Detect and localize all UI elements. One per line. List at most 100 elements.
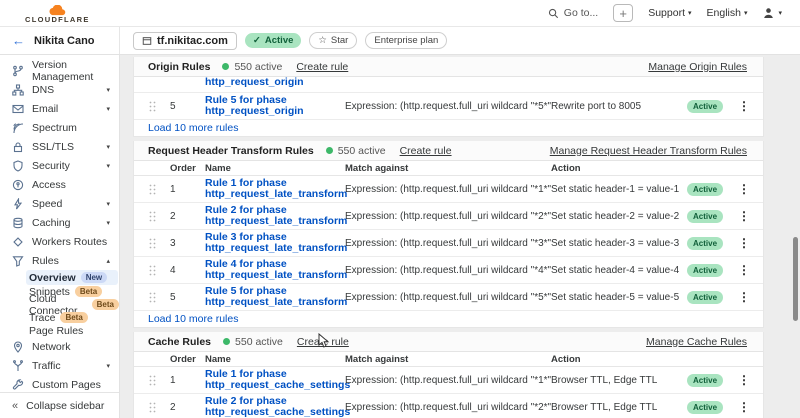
rule-order: 5 [170, 292, 205, 303]
sidebar-item-overview[interactable]: Overview New [26, 270, 118, 285]
drag-handle[interactable] [149, 238, 156, 249]
kebab-menu-icon[interactable]: ⋮ [738, 290, 750, 304]
sidebar-item-label: Speed [32, 198, 62, 210]
column-order: Order [170, 353, 205, 365]
column-name: Name [205, 162, 345, 174]
zone-selector[interactable]: tf.nikitac.com [133, 32, 237, 50]
rule-name-link[interactable]: Rule 4 for phasehttp_request_late_transf… [205, 259, 345, 281]
chevron-down-icon: ▾ [688, 9, 692, 17]
plan-badge: Enterprise plan [365, 32, 447, 49]
sidebar-item-ssl-tls[interactable]: SSL/TLS▾ [0, 137, 119, 156]
add-button[interactable]: + [613, 4, 633, 22]
beta-badge: Beta [92, 299, 119, 310]
active-status-dot-icon [223, 338, 230, 345]
sidebar-item-rules[interactable]: Rules▴ [0, 251, 119, 270]
drag-handle[interactable] [149, 292, 156, 303]
search-icon [548, 8, 559, 19]
star-button[interactable]: ☆ Star [309, 32, 357, 49]
vertical-scrollbar[interactable] [793, 237, 798, 321]
sidebar-item-label: Workers Routes [32, 236, 107, 248]
kebab-menu-icon[interactable]: ⋮ [738, 263, 750, 277]
zone-status-label: Active [265, 35, 294, 46]
star-icon: ☆ [318, 35, 327, 46]
main-content: Origin Rules550 activeCreate ruleManage … [120, 55, 800, 418]
user-menu[interactable]: ▾ [762, 7, 782, 19]
sidebar-item-caching[interactable]: Caching▾ [0, 213, 119, 232]
drag-handle-icon [149, 238, 156, 249]
chevron-down-icon: ▾ [744, 9, 748, 17]
active-count: 550 active [234, 61, 282, 73]
sidebar-item-page-rules[interactable]: Page Rules [0, 324, 119, 337]
column-header-row: OrderNameMatch againstAction [134, 161, 763, 176]
sidebar-item-security[interactable]: Security▾ [0, 156, 119, 175]
rule-name-link[interactable]: Rule 5 for phasehttp_request_late_transf… [205, 286, 345, 308]
drag-handle[interactable] [149, 101, 156, 112]
rule-action: Set static header-2 = value-2 [551, 211, 687, 222]
sidebar-item-workers-routes[interactable]: Workers Routes [0, 232, 119, 251]
load-more-rules-link[interactable]: Load 10 more rules [134, 120, 763, 136]
account-name[interactable]: Nikita Cano [34, 35, 95, 47]
kebab-menu-icon[interactable]: ⋮ [738, 236, 750, 250]
create-rule-link[interactable]: Create rule [400, 145, 452, 157]
collapse-sidebar-button[interactable]: « Collapse sidebar [0, 392, 119, 418]
person-icon [762, 7, 775, 19]
drag-handle[interactable] [149, 184, 156, 195]
chevron-down-icon: ▾ [778, 9, 782, 17]
new-badge: New [81, 272, 107, 283]
section-origin-rules: Origin Rules550 activeCreate ruleManage … [133, 57, 764, 137]
sidebar-item-speed[interactable]: Speed▾ [0, 194, 119, 213]
sidebar-item-access[interactable]: Access [0, 175, 119, 194]
back-arrow-icon[interactable]: ← [12, 33, 25, 48]
drag-handle[interactable] [149, 375, 156, 386]
sidebar-item-version-management[interactable]: Version Management [0, 61, 119, 80]
sidebar-item-cloud-connector[interactable]: Cloud ConnectorBeta [0, 298, 119, 311]
sidebar-item-dns[interactable]: DNS▾ [0, 80, 119, 99]
status-badge: Active [687, 291, 723, 304]
drag-handle-icon [149, 402, 156, 413]
plus-icon: + [619, 7, 627, 20]
kebab-menu-icon[interactable]: ⋮ [738, 209, 750, 223]
support-menu[interactable]: Support ▾ [648, 7, 691, 19]
status-badge: Active [687, 210, 723, 223]
language-menu[interactable]: English ▾ [707, 7, 748, 19]
rule-order: 2 [170, 402, 205, 413]
rule-name-link[interactable]: Rule 5 for phasehttp_request_origin [205, 95, 345, 117]
manage-rules-link[interactable]: Manage Origin Rules [648, 61, 747, 73]
rule-name-link[interactable]: Rule 1 for phasehttp_request_late_transf… [205, 178, 345, 200]
mouse-cursor [318, 333, 330, 349]
chevron-down-icon: ▾ [106, 105, 110, 113]
access-icon [12, 179, 24, 191]
sidebar-item-network[interactable]: Network [0, 337, 119, 356]
kebab-menu-icon[interactable]: ⋮ [738, 182, 750, 196]
drag-handle[interactable] [149, 402, 156, 413]
go-to-search[interactable]: Go to... [548, 7, 598, 19]
drag-handle[interactable] [149, 211, 156, 222]
drag-handle-icon [149, 101, 156, 112]
manage-rules-link[interactable]: Manage Request Header Transform Rules [550, 145, 747, 157]
kebab-menu-icon[interactable]: ⋮ [738, 400, 750, 414]
sidebar-subitem-label: Trace [29, 312, 55, 324]
active-count: 550 active [338, 145, 386, 157]
rule-name-link[interactable]: Rule 1 for phasehttp_request_cache_setti… [205, 369, 345, 391]
drag-handle[interactable] [149, 265, 156, 276]
cloudflare-logo[interactable]: CLOUDFLARE [25, 5, 90, 24]
sidebar-item-traffic[interactable]: Traffic▾ [0, 356, 119, 375]
rule-order: 5 [170, 101, 205, 112]
column-header-row: OrderNameMatch againstAction [134, 352, 763, 367]
rule-name-link[interactable]: http_request_origin [205, 77, 345, 88]
rule-name-link[interactable]: Rule 2 for phasehttp_request_cache_setti… [205, 396, 345, 418]
kebab-menu-icon[interactable]: ⋮ [738, 99, 750, 113]
rule-name-link[interactable]: Rule 2 for phasehttp_request_late_transf… [205, 205, 345, 227]
section-title: Request Header Transform Rules [148, 145, 314, 157]
kebab-menu-icon[interactable]: ⋮ [738, 373, 750, 387]
sidebar-item-spectrum[interactable]: Spectrum [0, 118, 119, 137]
active-count: 550 active [235, 336, 283, 348]
rule-name-link[interactable]: Rule 3 for phasehttp_request_late_transf… [205, 232, 345, 254]
load-more-rules-link[interactable]: Load 10 more rules [134, 311, 763, 327]
sidebar-item-email[interactable]: Email▾ [0, 99, 119, 118]
sidebar-subitem-label: Overview [29, 272, 76, 284]
status-badge: Active [687, 374, 723, 387]
manage-rules-link[interactable]: Manage Cache Rules [646, 336, 747, 348]
rule-order: 1 [170, 184, 205, 195]
create-rule-link[interactable]: Create rule [296, 61, 348, 73]
